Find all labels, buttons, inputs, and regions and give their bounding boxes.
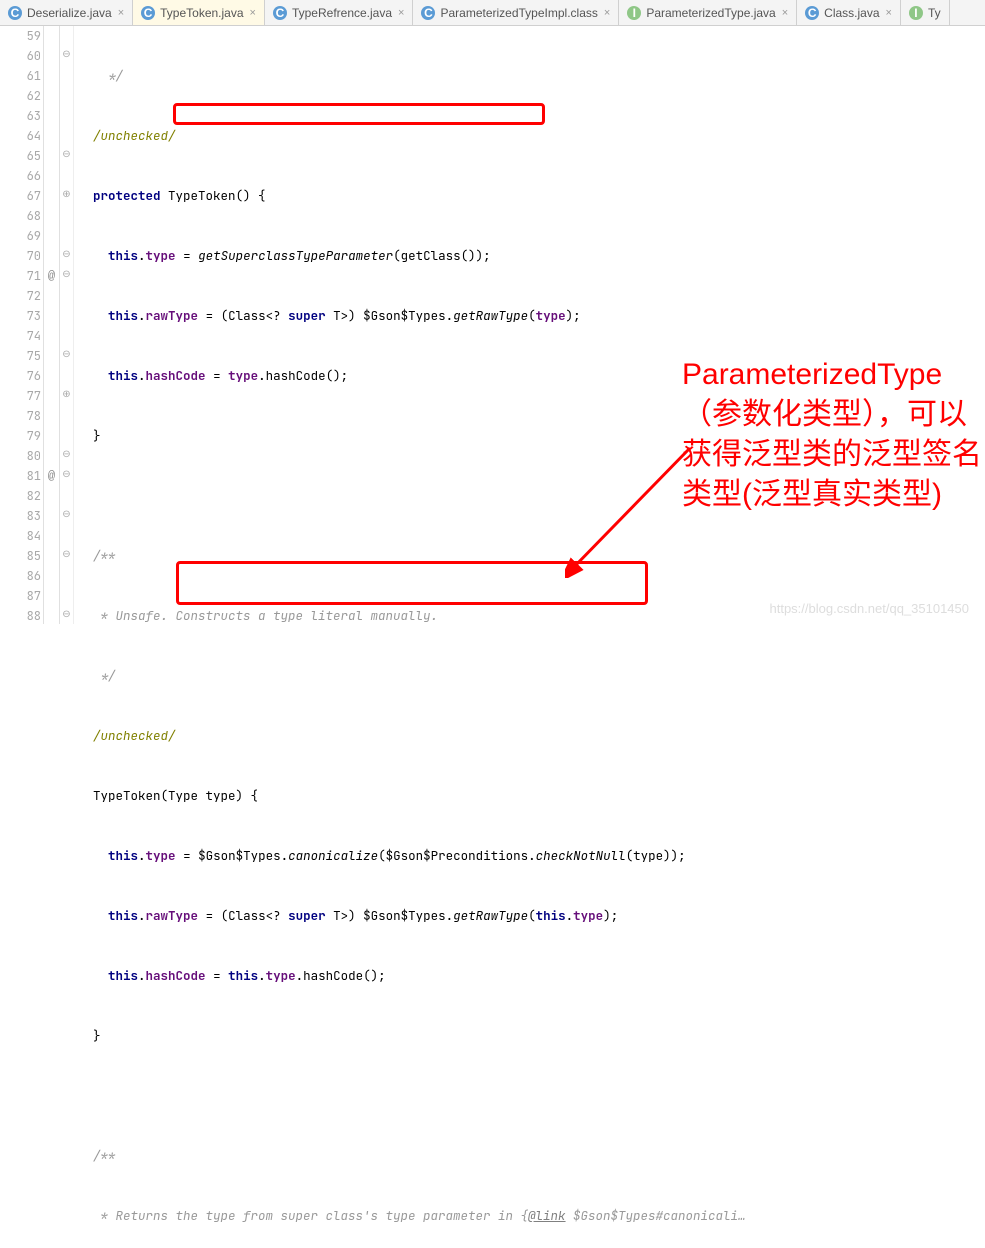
fold-gutter: ⊖⊖⊕⊖⊖⊖⊕⊖⊖⊖⊖⊖ xyxy=(60,26,74,624)
code-editor[interactable]: 5960616263646566676869707172737475767778… xyxy=(0,26,985,624)
tab-parameterizedtype[interactable]: IParameterizedType.java× xyxy=(619,0,797,25)
tab-ty[interactable]: ITy xyxy=(901,0,950,25)
tab-deserialize[interactable]: CDeserialize.java× xyxy=(0,0,133,25)
class-icon: C xyxy=(141,6,155,20)
code-text: /unchecked/ xyxy=(93,727,176,744)
close-icon[interactable]: × xyxy=(250,7,256,19)
interface-icon: I xyxy=(909,6,923,20)
line-number-gutter: 5960616263646566676869707172737475767778… xyxy=(0,26,44,624)
code-text: */ xyxy=(101,67,124,84)
gutter-marks: @@ xyxy=(44,26,60,624)
tab-class[interactable]: CClass.java× xyxy=(797,0,901,25)
tab-typetoken[interactable]: CTypeToken.java× xyxy=(133,0,265,25)
editor-tabs: CDeserialize.java× CTypeToken.java× CTyp… xyxy=(0,0,985,26)
class-icon: C xyxy=(273,6,287,20)
interface-icon: I xyxy=(627,6,641,20)
code-area[interactable]: */ /unchecked/ protected TypeToken() { t… xyxy=(74,26,985,624)
close-icon[interactable]: × xyxy=(398,7,404,19)
close-icon[interactable]: × xyxy=(782,7,788,19)
class-icon: C xyxy=(8,6,22,20)
tab-typerefrence[interactable]: CTypeRefrence.java× xyxy=(265,0,414,25)
class-icon: C xyxy=(421,6,435,20)
code-text: /unchecked/ xyxy=(93,127,176,144)
close-icon[interactable]: × xyxy=(604,7,610,19)
tab-parameterizedtypeimpl[interactable]: CParameterizedTypeImpl.class× xyxy=(413,0,619,25)
close-icon[interactable]: × xyxy=(118,7,124,19)
class-icon: C xyxy=(805,6,819,20)
close-icon[interactable]: × xyxy=(886,7,892,19)
